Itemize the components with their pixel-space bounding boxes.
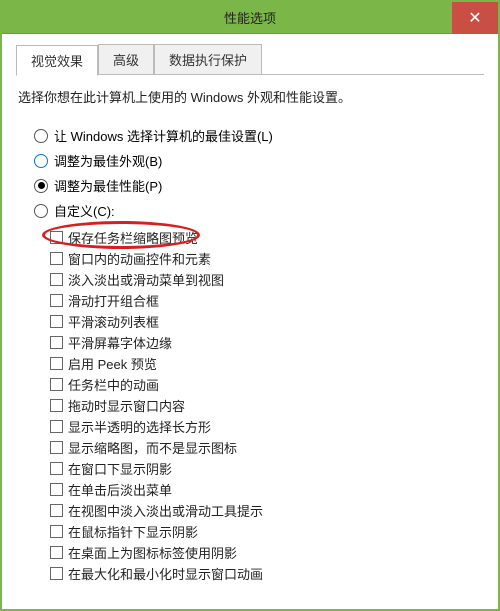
content-area: 视觉效果 高级 数据执行保护 选择你想在此计算机上使用的 Windows 外观和… — [2, 34, 498, 609]
check-label: 在桌面上为图标标签使用阴影 — [68, 543, 237, 562]
tab-label: 数据执行保护 — [169, 53, 247, 68]
check-label: 显示半透明的选择长方形 — [68, 417, 211, 436]
check-label: 在最大化和最小化时显示窗口动画 — [68, 564, 263, 583]
radio-group: 让 Windows 选择计算机的最佳设置(L) 调整为最佳外观(B) 调整为最佳… — [34, 126, 484, 220]
checkbox-icon — [50, 420, 63, 433]
checkbox-icon — [50, 231, 63, 244]
checkbox-icon — [50, 525, 63, 538]
radio-best-appearance[interactable]: 调整为最佳外观(B) — [34, 151, 484, 170]
radio-icon — [34, 204, 48, 218]
radio-let-windows-choose[interactable]: 让 Windows 选择计算机的最佳设置(L) — [34, 126, 484, 145]
check-item[interactable]: 启用 Peek 预览 — [50, 354, 484, 373]
check-label: 淡入淡出或滑动菜单到视图 — [68, 270, 224, 289]
check-label: 拖动时显示窗口内容 — [68, 396, 185, 415]
tab-label: 高级 — [113, 53, 139, 68]
check-item[interactable]: 滑动打开组合框 — [50, 291, 484, 310]
tab-advanced[interactable]: 高级 — [98, 44, 154, 74]
checkbox-icon — [50, 462, 63, 475]
description-text: 选择你想在此计算机上使用的 Windows 外观和性能设置。 — [18, 87, 482, 106]
checkbox-icon — [50, 252, 63, 265]
check-item[interactable]: 在桌面上为图标标签使用阴影 — [50, 543, 484, 562]
radio-icon — [34, 179, 48, 193]
radio-label: 调整为最佳外观(B) — [54, 151, 162, 170]
check-label: 显示缩略图，而不是显示图标 — [68, 438, 237, 457]
close-icon: ✕ — [468, 8, 481, 28]
checkbox-icon — [50, 483, 63, 496]
checkbox-icon — [50, 399, 63, 412]
check-item[interactable]: 显示缩略图，而不是显示图标 — [50, 438, 484, 457]
checkbox-icon — [50, 336, 63, 349]
check-item[interactable]: 窗口内的动画控件和元素 — [50, 249, 484, 268]
checkbox-icon — [50, 378, 63, 391]
check-item[interactable]: 在单击后淡出菜单 — [50, 480, 484, 499]
checkbox-icon — [50, 441, 63, 454]
check-item[interactable]: 在视图中淡入淡出或滑动工具提示 — [50, 501, 484, 520]
check-label: 窗口内的动画控件和元素 — [68, 249, 211, 268]
check-item[interactable]: 在窗口下显示阴影 — [50, 459, 484, 478]
check-item[interactable]: 任务栏中的动画 — [50, 375, 484, 394]
radio-label: 自定义(C): — [54, 201, 115, 220]
check-item[interactable]: 平滑滚动列表框 — [50, 312, 484, 331]
window-title: 性能选项 — [2, 8, 498, 27]
checkbox-icon — [50, 294, 63, 307]
check-label: 平滑屏幕字体边缘 — [68, 333, 172, 352]
check-label: 保存任务栏缩略图预览 — [68, 228, 198, 247]
check-label: 任务栏中的动画 — [68, 375, 159, 394]
radio-best-performance[interactable]: 调整为最佳性能(P) — [34, 176, 484, 195]
check-label: 在视图中淡入淡出或滑动工具提示 — [68, 501, 263, 520]
check-label: 在鼠标指针下显示阴影 — [68, 522, 198, 541]
radio-icon — [34, 129, 48, 143]
checkbox-icon — [50, 357, 63, 370]
close-button[interactable]: ✕ — [452, 2, 498, 34]
radio-label: 让 Windows 选择计算机的最佳设置(L) — [54, 126, 273, 145]
titlebar: 性能选项 ✕ — [2, 2, 498, 34]
check-label: 滑动打开组合框 — [68, 291, 159, 310]
radio-label: 调整为最佳性能(P) — [54, 176, 162, 195]
checklist: 保存任务栏缩略图预览 窗口内的动画控件和元素 淡入淡出或滑动菜单到视图 滑动打开… — [50, 228, 484, 583]
check-label: 启用 Peek 预览 — [68, 354, 157, 373]
checkbox-icon — [50, 315, 63, 328]
tab-dep[interactable]: 数据执行保护 — [154, 44, 262, 74]
checkbox-icon — [50, 546, 63, 559]
check-item[interactable]: 平滑屏幕字体边缘 — [50, 333, 484, 352]
check-item[interactable]: 保存任务栏缩略图预览 — [50, 228, 484, 247]
check-item[interactable]: 显示半透明的选择长方形 — [50, 417, 484, 436]
check-label: 在单击后淡出菜单 — [68, 480, 172, 499]
tab-visual-effects[interactable]: 视觉效果 — [16, 45, 98, 76]
checkbox-icon — [50, 273, 63, 286]
check-item[interactable]: 拖动时显示窗口内容 — [50, 396, 484, 415]
radio-custom[interactable]: 自定义(C): — [34, 201, 484, 220]
check-label: 在窗口下显示阴影 — [68, 459, 172, 478]
check-item[interactable]: 在最大化和最小化时显示窗口动画 — [50, 564, 484, 583]
dialog-window: 性能选项 ✕ 视觉效果 高级 数据执行保护 选择你想在此计算机上使用的 Wind… — [0, 0, 500, 611]
tab-label: 视觉效果 — [31, 54, 83, 69]
check-item[interactable]: 淡入淡出或滑动菜单到视图 — [50, 270, 484, 289]
tab-strip: 视觉效果 高级 数据执行保护 — [16, 44, 484, 75]
radio-icon — [34, 154, 48, 168]
check-label: 平滑滚动列表框 — [68, 312, 159, 331]
check-item[interactable]: 在鼠标指针下显示阴影 — [50, 522, 484, 541]
checkbox-icon — [50, 504, 63, 517]
checkbox-icon — [50, 567, 63, 580]
